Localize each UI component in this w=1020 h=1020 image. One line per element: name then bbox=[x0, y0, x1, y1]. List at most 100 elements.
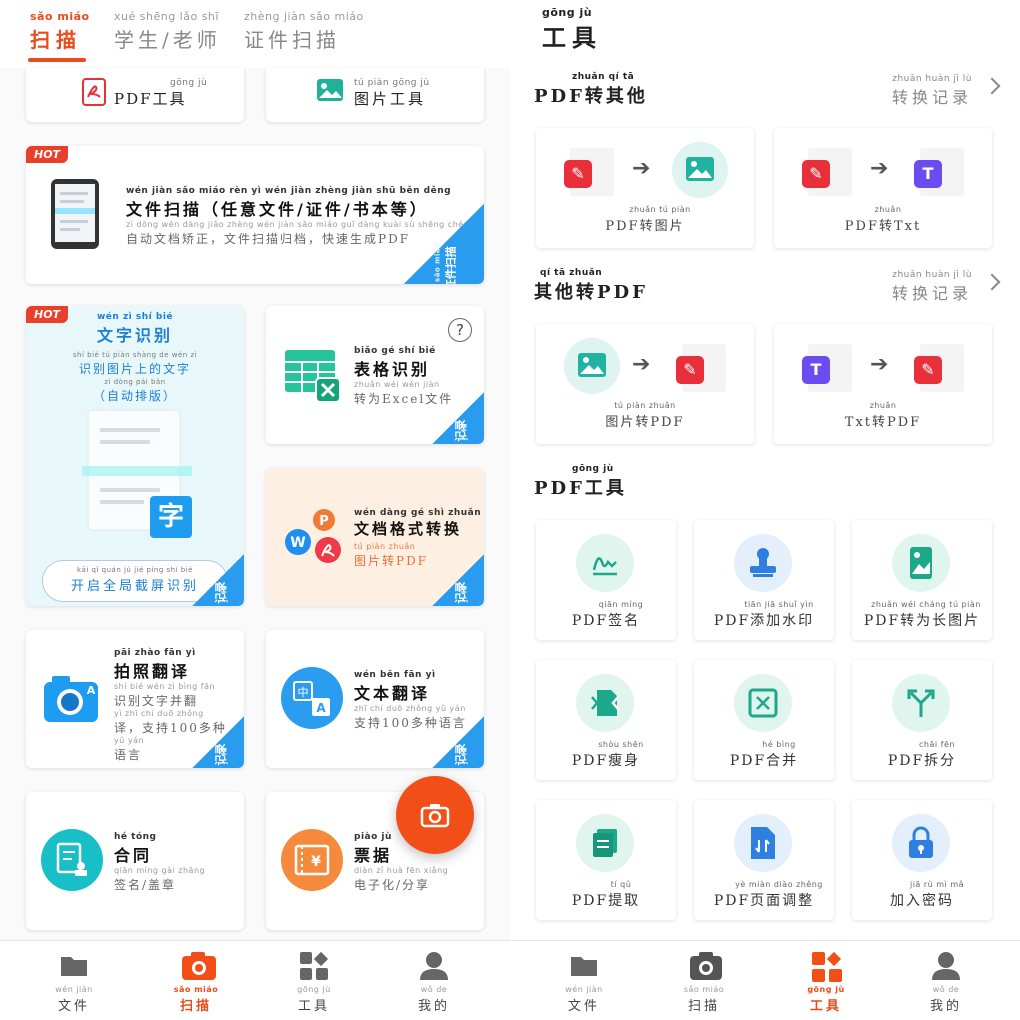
pdf-badge: ✎ bbox=[802, 160, 830, 188]
arrow-right-icon: ➔ bbox=[870, 352, 889, 377]
nav-files[interactable]: wén jiàn 文件 bbox=[34, 951, 114, 1014]
signature-icon bbox=[576, 534, 634, 592]
record-corner[interactable]: jì lù 记录 bbox=[192, 716, 244, 768]
page-adjust-icon bbox=[734, 814, 792, 872]
record-corner[interactable]: jì lù 记录 bbox=[432, 716, 484, 768]
bottom-nav: wén jiàn 文件 sǎo miáo 扫描 gōng jù 工具 wǒ de… bbox=[0, 940, 510, 1020]
pdf-to-txt-card[interactable]: ✎ ➔ T zhuǎn PDF转Txt bbox=[774, 128, 992, 248]
table-recognition-card[interactable]: biǎo gé shí bié 表格识别 zhuǎn wéi wén jiàn … bbox=[266, 306, 484, 444]
pdf-tools-card[interactable]: gōng jù PDF工具 bbox=[26, 68, 244, 122]
tool-label: zhuǎn wéi cháng tú piàn PDF转为长图片 bbox=[863, 600, 981, 629]
card-label: zhuǎn Txt转PDF bbox=[844, 401, 922, 430]
record-corner[interactable]: jì lù 记录 bbox=[432, 392, 484, 444]
pdf-icon bbox=[82, 78, 106, 106]
top-tabs: sǎo miáo 扫描 xué shēng lǎo shī 学生/老师 zhèn… bbox=[0, 0, 510, 68]
contract-sign-icon bbox=[41, 829, 103, 891]
section-pdf-tools: gōng jù PDF工具 bbox=[534, 464, 627, 499]
tool-label: jiā rù mì mǎ 加入密码 bbox=[890, 880, 965, 909]
nav-me[interactable]: wǒ de 我的 bbox=[906, 951, 986, 1014]
tools-grid-icon bbox=[811, 951, 842, 982]
image-tools-card[interactable]: tú piàn gōng jù 图片工具 bbox=[266, 68, 484, 122]
text-recognition-card[interactable]: HOT wén zì shí bié 文字识别 shí bié tú piàn … bbox=[26, 306, 244, 606]
conversion-history-link[interactable]: zhuǎn huàn jì lù 转换记录 bbox=[892, 270, 1001, 304]
conversion-history-link[interactable]: zhuǎn huàn jì lù 转换记录 bbox=[892, 74, 1001, 108]
hot-badge: HOT bbox=[26, 146, 69, 163]
pdf-file-icon: ✎ bbox=[676, 344, 726, 392]
camera-icon bbox=[181, 951, 216, 981]
photo-translate-card[interactable]: A pāi zhào fān yì 拍照翻译 shí bié wén zì bì… bbox=[26, 630, 244, 768]
scan-screen: sǎo miáo 扫描 xué shēng lǎo shī 学生/老师 zhèn… bbox=[0, 0, 510, 1020]
tool-pdf-long-image[interactable]: zhuǎn wéi cháng tú piàn PDF转为长图片 bbox=[852, 520, 992, 640]
nav-tools[interactable]: gōng jù 工具 bbox=[786, 951, 866, 1014]
document-scan-title: 文件扫描（任意文件/证件/书本等） bbox=[126, 200, 429, 219]
pdf-to-image-card[interactable]: ✎ ➔ zhuǎn tú piàn PDF转图片 bbox=[536, 128, 754, 248]
long-image-icon bbox=[892, 534, 950, 592]
record-corner[interactable]: jì lù 记录 bbox=[432, 554, 484, 606]
document-scan-card[interactable]: HOT wén jiàn sǎo miáo rèn yì wén jiàn zh… bbox=[26, 146, 484, 284]
tool-label: hé bìng PDF合并 bbox=[729, 740, 799, 769]
tool-label: tí qǔ PDF提取 bbox=[571, 880, 641, 909]
nav-files[interactable]: wén jiàn 文件 bbox=[544, 951, 624, 1014]
split-icon bbox=[892, 674, 950, 732]
txt-file-icon: T bbox=[802, 344, 852, 392]
card-label: tú piàn zhuǎn 图片转PDF bbox=[605, 401, 685, 430]
text-translate-card[interactable]: 中 A wén běn fān yì 文本翻译 zhī chí duō zhǒn… bbox=[266, 630, 484, 768]
pdf-badge: ✎ bbox=[914, 356, 942, 384]
text-translate-icon: 中 A bbox=[281, 667, 343, 729]
id-scan-corner[interactable]: zhèng jiàn sǎo miáo证件扫描 bbox=[404, 204, 484, 284]
txt-file-icon: T bbox=[914, 148, 964, 196]
tab-scan[interactable]: sǎo miáo 扫描 bbox=[30, 11, 90, 53]
tools-screen: gōng jù 工具 zhuǎn qí tā PDF转其他 zhuǎn huàn… bbox=[510, 0, 1020, 1020]
pdf-file-icon: ✎ bbox=[564, 148, 614, 196]
svg-text:中: 中 bbox=[298, 686, 309, 699]
arrow-right-icon: ➔ bbox=[632, 156, 651, 181]
record-corner[interactable]: jì lù 记录 bbox=[192, 554, 244, 606]
tool-pdf-page-adjust[interactable]: yè miàn diào zhěng PDF页面调整 bbox=[694, 800, 834, 920]
tab-id-scan[interactable]: zhèng jiàn sǎo miáo 证件扫描 bbox=[244, 11, 364, 53]
page-title: gōng jù 工具 bbox=[542, 6, 602, 52]
nav-me[interactable]: wǒ de 我的 bbox=[394, 951, 474, 1014]
tool-add-password[interactable]: jiā rù mì mǎ 加入密码 bbox=[852, 800, 992, 920]
user-icon bbox=[419, 951, 449, 981]
image-to-pdf-card[interactable]: ➔ ✎ tú piàn zhuǎn 图片转PDF bbox=[536, 324, 754, 444]
tablet-scan-icon bbox=[51, 179, 99, 249]
tool-label: shòu shēn PDF瘦身 bbox=[571, 740, 644, 769]
lock-icon bbox=[892, 814, 950, 872]
office-formats-icon: P W bbox=[285, 509, 341, 563]
format-conversion-card[interactable]: P W wén dàng gé shì zhuǎn huàn 文档格式转换 tú… bbox=[266, 468, 484, 606]
folder-icon bbox=[59, 951, 89, 981]
contract-card[interactable]: hé tóng 合同 qiān míng gài zhāng 签名/盖章 bbox=[26, 792, 244, 930]
nav-tools[interactable]: gōng jù 工具 bbox=[274, 951, 354, 1014]
card-label: zhuǎn tú piàn PDF转图片 bbox=[605, 205, 691, 234]
tool-pdf-watermark[interactable]: tiān jiā shuǐ yìn PDF添加水印 bbox=[694, 520, 834, 640]
pdf-file-icon: ✎ bbox=[914, 344, 964, 392]
tool-label: tiān jiā shuǐ yìn PDF添加水印 bbox=[713, 600, 815, 629]
merge-icon bbox=[734, 674, 792, 732]
receipt-icon: ¥ bbox=[281, 829, 343, 891]
tools-grid-icon bbox=[299, 951, 329, 981]
pdf-file-icon: ✎ bbox=[802, 148, 852, 196]
section-other-to-pdf: qí tā zhuǎn 其他转PDF bbox=[534, 268, 648, 303]
bottom-nav: wén jiàn 文件 sǎo miáo 扫描 gōng jù 工具 wǒ de… bbox=[510, 940, 1020, 1020]
tool-pdf-split[interactable]: chāi fēn PDF拆分 bbox=[852, 660, 992, 780]
card-label: zhuǎn PDF转Txt bbox=[844, 205, 922, 234]
folder-icon bbox=[569, 951, 599, 981]
stamp-icon bbox=[734, 534, 792, 592]
tool-pdf-merge[interactable]: hé bìng PDF合并 bbox=[694, 660, 834, 780]
tool-pdf-compress[interactable]: shòu shēn PDF瘦身 bbox=[536, 660, 676, 780]
tool-pdf-sign[interactable]: qiān míng PDF签名 bbox=[536, 520, 676, 640]
txt-badge: T bbox=[914, 160, 942, 188]
tool-label: chāi fēn PDF拆分 bbox=[887, 740, 957, 769]
help-icon[interactable]: ? bbox=[448, 318, 472, 342]
camera-fab-button[interactable] bbox=[396, 776, 474, 854]
txt-to-pdf-card[interactable]: T ➔ ✎ zhuǎn Txt转PDF bbox=[774, 324, 992, 444]
camera-icon bbox=[420, 804, 450, 828]
arrow-right-icon: ➔ bbox=[870, 156, 889, 181]
nav-scan[interactable]: sǎo miáo 扫描 bbox=[156, 951, 236, 1014]
nav-scan[interactable]: sǎo miáo 扫描 bbox=[664, 951, 744, 1014]
svg-text:P: P bbox=[319, 514, 329, 529]
user-icon bbox=[931, 951, 961, 981]
tool-pdf-extract[interactable]: tí qǔ PDF提取 bbox=[536, 800, 676, 920]
svg-text:A: A bbox=[87, 684, 96, 697]
tab-student-teacher[interactable]: xué shēng lǎo shī 学生/老师 bbox=[114, 11, 221, 53]
